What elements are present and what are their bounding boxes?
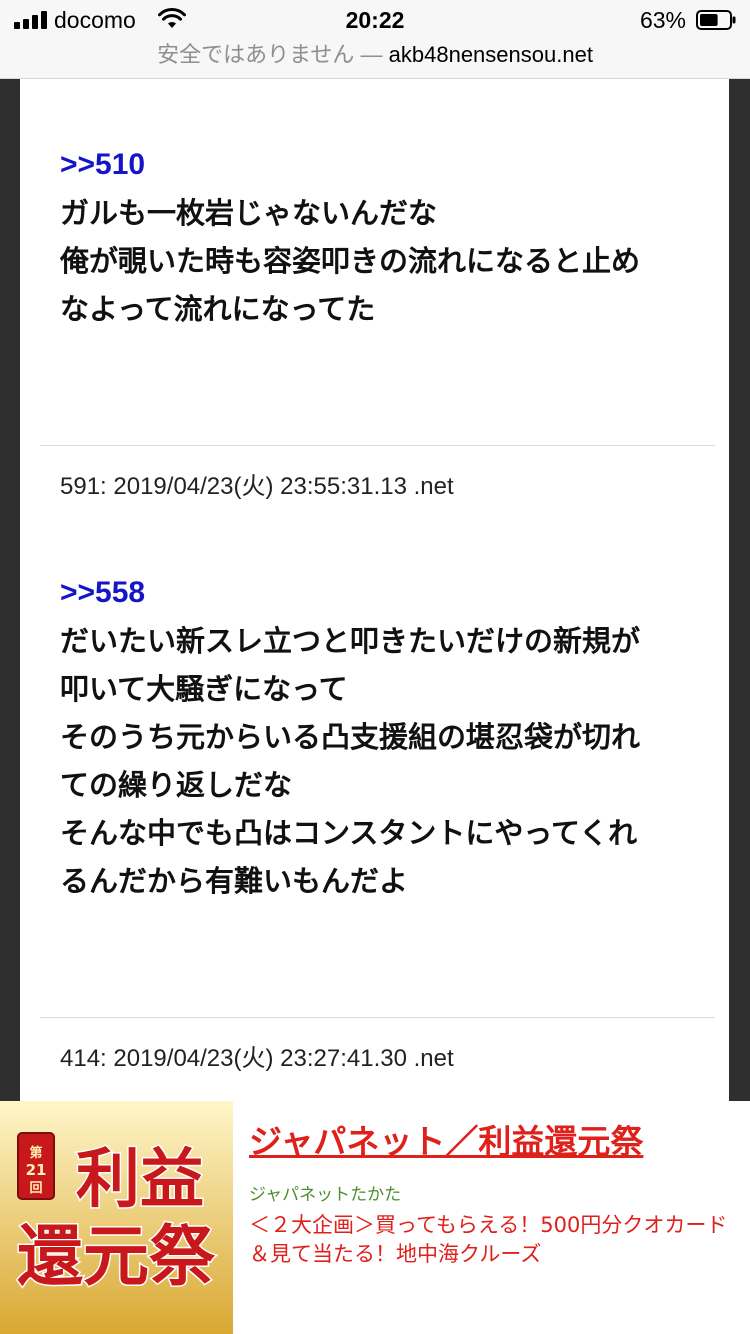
- campaign-logo: 第 21 回 利益 還元祭: [0, 1101, 233, 1334]
- post-text-line: そのうち元からいる凸支援組の堪忍袋が切れ: [60, 720, 641, 754]
- ad-description[interactable]: ＜２大企画＞買ってもらえる！500円分クオカード＆見て当たる！地中海クルーズ: [249, 1211, 729, 1269]
- post-divider: [40, 1017, 715, 1018]
- svg-text:21: 21: [26, 1161, 47, 1179]
- post-text-line: だいたい新スレ立つと叩きたいだけの新規が: [60, 624, 641, 658]
- reply-anchor-link[interactable]: >>510: [60, 141, 720, 189]
- status-bar: docomo 20:22 63%: [0, 0, 750, 40]
- svg-text:利益: 利益: [76, 1143, 204, 1217]
- ad-banner[interactable]: 第 21 回 利益 還元祭 ジャパネット／利益還元祭 ジャパネットたかた ＜２大…: [0, 1101, 750, 1334]
- post-text-line: なよって流れになってた: [60, 292, 376, 326]
- battery-icon: [696, 10, 736, 30]
- post-text-line: るんだから有難いもんだよ: [60, 864, 409, 898]
- clock: 20:22: [345, 7, 405, 33]
- post-text-line: ガルも一枚岩じゃないんだな: [60, 196, 438, 230]
- post-text-line: 叩いて大騒ぎになって: [60, 672, 348, 706]
- battery-percentage: 63%: [639, 7, 686, 33]
- ad-image[interactable]: 第 21 回 利益 還元祭: [0, 1101, 233, 1334]
- post-text-line: ての繰り返しだな: [60, 768, 293, 802]
- address-bar[interactable]: 安全ではありません — akb48nensensou.net: [0, 40, 750, 79]
- url-domain: akb48nensensou.net: [388, 42, 593, 67]
- svg-text:回: 回: [29, 1181, 42, 1196]
- post-text-line: そんな中でも凸はコンスタントにやってくれ: [60, 816, 638, 850]
- url-separator: —: [354, 42, 389, 67]
- svg-text:第: 第: [29, 1145, 42, 1161]
- post-body: >>510 ガルも一枚岩じゃないんだな 俺が覗いた時も容姿叩きの流れになると止め…: [60, 141, 720, 333]
- post-meta: 414: 2019/04/23(火) 23:27:41.30 .net: [60, 1045, 454, 1072]
- post-meta: 591: 2019/04/23(火) 23:55:31.13 .net: [60, 473, 454, 500]
- post-text-line: 俺が覗いた時も容姿叩きの流れになると止め: [60, 244, 641, 278]
- thread-content[interactable]: >>510 ガルも一枚岩じゃないんだな 俺が覗いた時も容姿叩きの流れになると止め…: [20, 79, 729, 1101]
- svg-text:還元祭: 還元祭: [17, 1218, 216, 1295]
- ad-advertiser: ジャパネットたかた: [249, 1185, 402, 1205]
- security-warning: 安全ではありません: [157, 42, 355, 67]
- post-divider: [40, 445, 715, 446]
- post-body: >>558 だいたい新スレ立つと叩きたいだけの新規が 叩いて大騒ぎになって その…: [60, 569, 720, 905]
- ad-title-link[interactable]: ジャパネット／利益還元祭: [249, 1115, 643, 1163]
- reply-anchor-link[interactable]: >>558: [60, 569, 720, 617]
